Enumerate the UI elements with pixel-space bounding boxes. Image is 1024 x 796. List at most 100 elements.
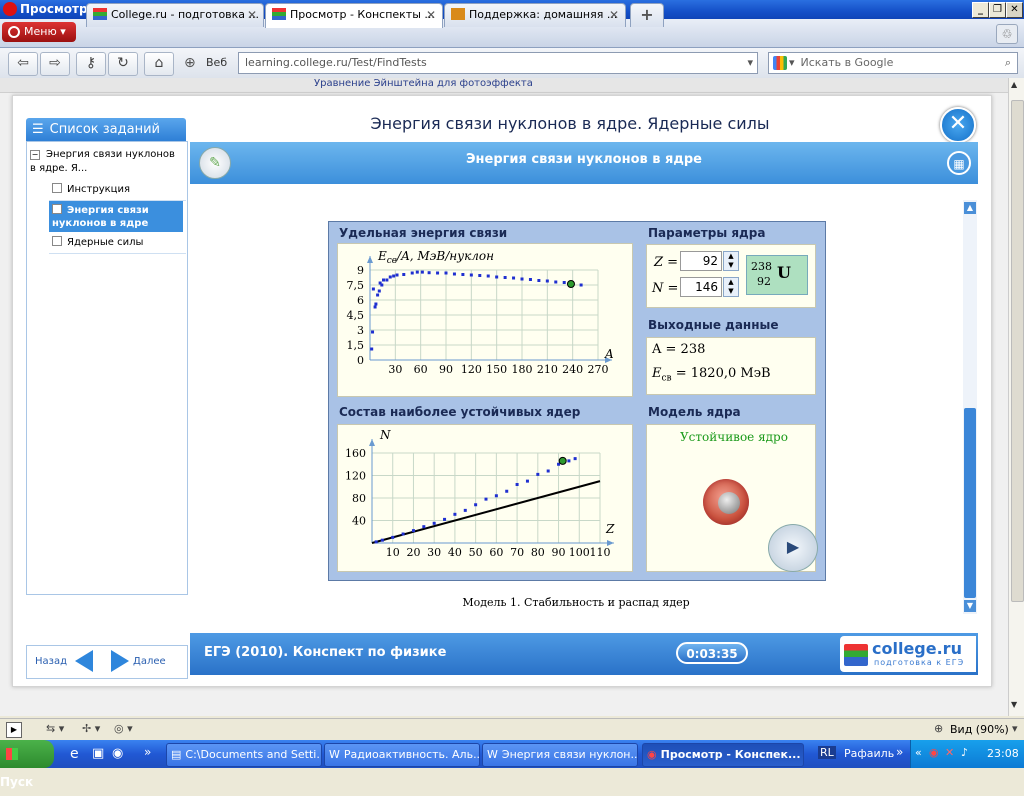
tab-support[interactable]: Поддержка: домашняя ... ✕ bbox=[444, 3, 626, 27]
new-tab-button[interactable]: + bbox=[630, 3, 664, 27]
chevron-down-icon[interactable]: ▾ bbox=[1012, 722, 1018, 735]
minimize-icon[interactable]: _ bbox=[972, 2, 989, 18]
data-point bbox=[410, 271, 414, 275]
close-window-icon[interactable]: ✕ bbox=[1006, 2, 1023, 18]
support-icon bbox=[451, 8, 465, 20]
tree-item-instruction[interactable]: Инструкция bbox=[49, 180, 186, 201]
reload-icon[interactable]: ↻ bbox=[108, 52, 138, 76]
scroll-down-icon[interactable]: ▼ bbox=[1011, 700, 1022, 712]
nav-forward-label[interactable]: Далее bbox=[133, 656, 166, 667]
z-input[interactable]: 92 bbox=[680, 251, 722, 271]
content-scroll-thumb[interactable] bbox=[964, 408, 976, 598]
data-point bbox=[562, 281, 566, 284]
data-point bbox=[427, 271, 431, 275]
close-tab-icon[interactable]: ✕ bbox=[426, 4, 436, 26]
forward-arrow-icon[interactable] bbox=[111, 650, 129, 672]
search-input[interactable]: ▾ Искать в Google ⌕ bbox=[768, 52, 1018, 74]
tray-opera-icon[interactable]: ◉ bbox=[929, 746, 939, 759]
turbo-icon[interactable]: ✢ ▾ bbox=[82, 722, 100, 735]
x-tick-label: 180 bbox=[512, 363, 533, 376]
checkbox[interactable] bbox=[52, 183, 62, 193]
data-point bbox=[474, 503, 478, 507]
quicklaunch-ie-icon[interactable]: e bbox=[70, 746, 79, 762]
content-scroll-up-icon[interactable]: ▲ bbox=[964, 202, 976, 214]
tray-antivirus-icon[interactable]: ✕ bbox=[945, 746, 954, 759]
trash-icon[interactable]: ♲ bbox=[996, 24, 1018, 44]
data-point bbox=[520, 277, 524, 281]
chart-axes bbox=[367, 256, 612, 363]
checkbox[interactable] bbox=[52, 236, 62, 246]
close-tab-icon[interactable]: ✕ bbox=[247, 4, 257, 26]
tree-root-item[interactable]: − Энергия связи нуклонов в ядре. Я... bbox=[30, 148, 182, 176]
z-stepper[interactable]: ▲ ▼ bbox=[723, 251, 739, 271]
n-label: N = bbox=[652, 281, 679, 296]
scroll-up-icon[interactable]: ▲ bbox=[1011, 80, 1022, 92]
play-control-icon[interactable]: ▶ bbox=[768, 524, 818, 572]
data-point bbox=[494, 494, 498, 498]
task-word-binding-energy[interactable]: W Энергия связи нуклон... bbox=[482, 743, 638, 767]
magnifier-icon[interactable]: ⌕ bbox=[1005, 53, 1011, 73]
task-explorer[interactable]: ▤ C:\Documents and Setti... bbox=[166, 743, 322, 767]
data-point bbox=[537, 279, 541, 282]
zoom-level[interactable]: Вид (90%) bbox=[950, 723, 1009, 736]
search-engine-label[interactable]: Веб bbox=[206, 56, 227, 69]
quicklaunch-desktop-icon[interactable]: ▣ bbox=[92, 746, 104, 761]
x-tick-label: 30 bbox=[427, 546, 441, 559]
y-tick-label: 7,5 bbox=[347, 279, 365, 292]
tray-expand-icon[interactable]: « bbox=[915, 746, 922, 759]
opera-menu-button[interactable]: Меню ▾ bbox=[2, 22, 76, 42]
content-scrollbar[interactable]: ▲ ▼ bbox=[963, 200, 977, 614]
back-icon[interactable]: ⇦ bbox=[8, 52, 38, 76]
data-point bbox=[443, 517, 447, 521]
chevron-down-icon[interactable]: ▾ bbox=[747, 53, 753, 73]
y-tick-label: 0 bbox=[357, 354, 364, 367]
sync-icon[interactable]: ⇆ ▾ bbox=[46, 722, 64, 735]
tray-volume-icon[interactable]: ♪ bbox=[961, 746, 968, 759]
tab-college[interactable]: College.ru - подготовка ... ✕ bbox=[86, 3, 264, 27]
word-icon: W bbox=[487, 748, 498, 761]
close-icon[interactable]: ✕ bbox=[940, 107, 976, 143]
y-axis-arrow bbox=[367, 256, 373, 263]
close-tab-icon[interactable]: ✕ bbox=[609, 4, 619, 26]
collapse-icon[interactable]: − bbox=[30, 150, 40, 160]
data-point bbox=[380, 538, 384, 542]
tree-item-nuclear-forces[interactable]: Ядерные силы bbox=[49, 233, 186, 254]
chart-axes bbox=[369, 439, 614, 546]
tree-item-binding-energy[interactable]: Энергия связи нуклонов в ядре bbox=[49, 201, 183, 232]
content-scroll-down-icon[interactable]: ▼ bbox=[964, 600, 976, 612]
nav-back-label[interactable]: Назад bbox=[35, 656, 67, 667]
task-word-radioactivity[interactable]: W Радиоактивность. Аль... bbox=[324, 743, 480, 767]
chevron-down-icon[interactable]: ▾ bbox=[789, 56, 795, 69]
forward-icon[interactable]: ⇨ bbox=[40, 52, 70, 76]
x-tick-label: 150 bbox=[486, 363, 507, 376]
browser-status-bar: ▶ ⇆ ▾ ✢ ▾ ◎ ▾ ⊕ Вид (90%) ▾ bbox=[0, 718, 1024, 741]
language-indicator[interactable]: RL bbox=[818, 746, 836, 759]
chevron-right-icon[interactable]: » bbox=[896, 745, 903, 759]
tab-view[interactable]: Просмотр - Конспекты ... ✕ bbox=[265, 3, 443, 28]
browser-scroll-thumb[interactable] bbox=[1011, 100, 1024, 602]
chevron-right-icon[interactable]: » bbox=[144, 745, 151, 759]
panel-toggle-icon[interactable]: ▶ bbox=[6, 722, 22, 738]
grid-icon[interactable]: ▦ bbox=[947, 151, 971, 175]
url-input[interactable]: learning.college.ru/Test/FindTests ▾ bbox=[238, 52, 758, 74]
data-point bbox=[385, 278, 389, 282]
data-point bbox=[554, 280, 558, 284]
n-stepper[interactable]: ▲ ▼ bbox=[723, 277, 739, 297]
start-button[interactable]: Пуск bbox=[0, 740, 54, 789]
home-icon[interactable]: ⌂ bbox=[144, 52, 174, 76]
browser-scrollbar[interactable]: ▲ ▼ bbox=[1008, 78, 1024, 716]
quicklaunch-opera-icon[interactable]: ◉ bbox=[112, 746, 123, 761]
maximize-icon[interactable]: ❐ bbox=[989, 2, 1006, 18]
n-input[interactable]: 146 bbox=[680, 277, 722, 297]
task-opera[interactable]: ◉ Просмотр - Конспек... bbox=[642, 743, 804, 767]
data-point bbox=[478, 274, 482, 277]
checkbox[interactable] bbox=[52, 204, 62, 214]
back-arrow-icon[interactable] bbox=[75, 650, 93, 672]
speed-dial-icon[interactable]: ◎ ▾ bbox=[114, 722, 133, 735]
data-point bbox=[486, 274, 490, 278]
y-tick-label: 3 bbox=[357, 324, 364, 337]
y-tick-label: 6 bbox=[357, 294, 364, 307]
zoom-icon[interactable]: ⊕ bbox=[934, 722, 943, 735]
element-mass: 238 bbox=[751, 260, 772, 273]
key-icon[interactable]: ⚷ bbox=[76, 52, 106, 76]
